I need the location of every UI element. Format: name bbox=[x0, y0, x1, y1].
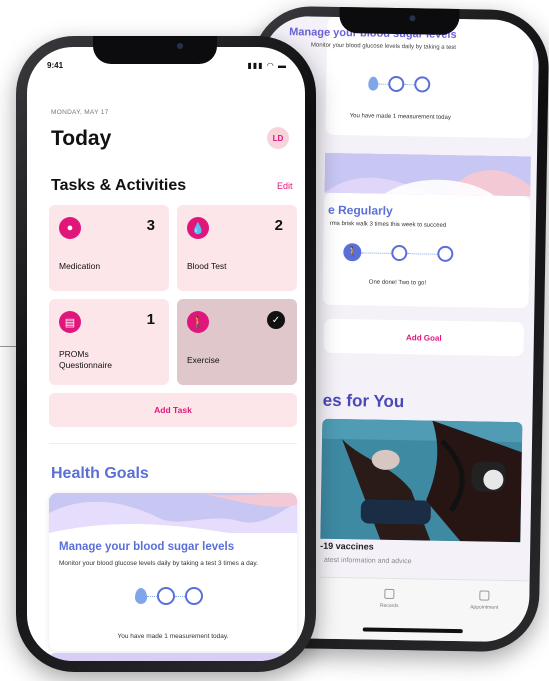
blood-drop-icon bbox=[368, 76, 379, 91]
marketing-mockup: Manage your blood sugar levels Monitor y… bbox=[0, 0, 549, 681]
status-indicators: ▮▮▮ ◠ ▬ bbox=[247, 61, 287, 70]
tab-label: Records bbox=[379, 602, 399, 610]
status-time: 9:41 bbox=[47, 61, 64, 70]
records-icon bbox=[384, 588, 395, 600]
vaccine-article-photo[interactable] bbox=[320, 418, 523, 543]
goal-progress-steps bbox=[135, 587, 203, 605]
avatar[interactable]: LD bbox=[267, 127, 289, 149]
calendar-icon bbox=[479, 590, 490, 601]
progress-step-empty bbox=[414, 76, 431, 93]
phone-notch bbox=[339, 6, 460, 36]
progress-step-empty bbox=[391, 244, 408, 262]
back-goal2-title: e Regularly bbox=[327, 202, 393, 218]
pills-icon: ● bbox=[59, 217, 81, 239]
walking-icon: 🚶 bbox=[187, 311, 209, 333]
task-count: 1 bbox=[146, 311, 155, 328]
goal-progress-text: You have made 1 measurement today. bbox=[117, 633, 229, 640]
task-count: 3 bbox=[146, 217, 155, 234]
walking-icon: 🚶 bbox=[343, 243, 362, 262]
front-phone-screen: 9:41 ▮▮▮ ◠ ▬ MONDAY, MAY 17 Today LD Tas… bbox=[27, 47, 305, 661]
date-label: MONDAY, MAY 17 bbox=[51, 109, 109, 116]
tab-appointment[interactable]: Appointment bbox=[459, 590, 509, 611]
blood-drop-icon bbox=[135, 588, 147, 604]
goal-banner-wave bbox=[324, 152, 532, 197]
task-tile-blood-test[interactable]: 💧 2 Blood Test bbox=[177, 205, 297, 291]
phone-notch bbox=[93, 36, 217, 64]
back-goal1-progress-steps bbox=[368, 75, 431, 93]
progress-step-empty bbox=[388, 75, 405, 93]
tab-label: Appointment bbox=[470, 604, 499, 611]
health-goals-title: Health Goals bbox=[51, 465, 149, 482]
edit-button[interactable]: Edit bbox=[277, 181, 293, 191]
add-task-button[interactable]: Add Task bbox=[49, 393, 297, 427]
task-count: 2 bbox=[274, 217, 283, 234]
page-title: Today bbox=[51, 127, 112, 150]
document-icon: ▤ bbox=[59, 311, 81, 333]
add-goal-button[interactable]: Add Goal bbox=[323, 318, 525, 357]
article-title[interactable]: -19 vaccines bbox=[320, 541, 374, 552]
progress-step-empty bbox=[185, 587, 203, 605]
next-card-peek bbox=[49, 653, 297, 661]
goal-banner-wave bbox=[49, 493, 297, 533]
back-goal2-progress-text: One done! Two to go! bbox=[368, 279, 427, 287]
goal-card-blood-sugar[interactable]: Manage your blood sugar levels Monitor y… bbox=[49, 493, 297, 651]
task-label: Medication bbox=[59, 261, 101, 271]
tab-records[interactable]: Records bbox=[369, 588, 409, 610]
task-label: Blood Test bbox=[187, 261, 227, 271]
goal-description: Monitor your blood glucose levels daily … bbox=[59, 560, 258, 567]
section-divider bbox=[49, 443, 297, 444]
task-tile-proms[interactable]: ▤ 1 PROMs Questionnaire bbox=[49, 299, 169, 385]
progress-step-empty bbox=[437, 245, 454, 262]
completed-check-icon: ✓ bbox=[267, 311, 285, 329]
back-goal2-progress-steps: 🚶 bbox=[343, 243, 454, 263]
article-subtitle: atest information and advice bbox=[323, 556, 412, 566]
progress-step-empty bbox=[157, 587, 175, 605]
task-label: Exercise bbox=[187, 355, 220, 365]
goal-title: Manage your blood sugar levels bbox=[59, 541, 235, 553]
task-tile-medication[interactable]: ● 3 Medication bbox=[49, 205, 169, 291]
tasks-section-title: Tasks & Activities bbox=[51, 177, 187, 194]
blood-drop-icon: 💧 bbox=[187, 217, 209, 239]
task-label: PROMs Questionnaire bbox=[59, 349, 112, 370]
resources-section-title: es for You bbox=[322, 390, 405, 412]
front-phone-frame: 9:41 ▮▮▮ ◠ ▬ MONDAY, MAY 17 Today LD Tas… bbox=[16, 36, 316, 672]
task-tile-exercise[interactable]: 🚶 ✓ Exercise bbox=[177, 299, 297, 385]
